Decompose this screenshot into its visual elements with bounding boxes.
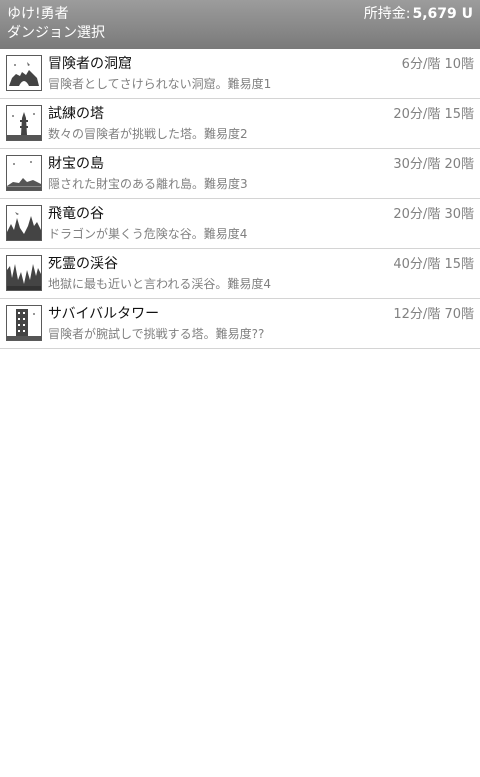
dungeon-row-dragon-valley[interactable]: 飛竜の谷 ドラゴンが巣くう危険な谷。難易度4 20分/階 30階 (0, 199, 480, 249)
dungeon-name: 冒険者の洞窟 (48, 56, 132, 72)
dungeon-name: サバイバルタワー (48, 306, 160, 322)
screen-title: ダンジョン選択 (7, 25, 105, 41)
dungeon-description: 冒険者としてさけられない洞窟。難易度1 (48, 77, 272, 91)
dungeon-description: 数々の冒険者が挑戦した塔。難易度2 (48, 127, 248, 141)
app-title: ゆけ!勇者 (7, 6, 69, 22)
dungeon-description: ドラゴンが巣くう危険な谷。難易度4 (48, 227, 248, 241)
dungeon-stat: 30分/階 20階 (393, 157, 474, 172)
dungeon-list: 冒険者の洞窟 冒険者としてさけられない洞窟。難易度1 6分/階 10階 試練の塔… (0, 49, 480, 349)
money-display: 所持金: 5,679 U (364, 5, 473, 23)
dungeon-row-ghost-canyon[interactable]: 死霊の渓谷 地獄に最も近いと言われる渓谷。難易度4 40分/階 15階 (0, 249, 480, 299)
dungeon-name: 財宝の島 (48, 156, 104, 172)
dungeon-stat: 20分/階 30階 (393, 207, 474, 222)
dungeon-name: 試練の塔 (48, 106, 104, 122)
dungeon-row-survival-tower[interactable]: サバイバルタワー 冒険者が腕試しで挑戦する塔。難易度?? 12分/階 70階 (0, 299, 480, 349)
dungeon-row-cave[interactable]: 冒険者の洞窟 冒険者としてさけられない洞窟。難易度1 6分/階 10階 (0, 49, 480, 99)
dungeon-name: 死霊の渓谷 (48, 256, 118, 272)
dungeon-row-tower[interactable]: 試練の塔 数々の冒険者が挑戦した塔。難易度2 20分/階 15階 (0, 99, 480, 149)
dungeon-description: 冒険者が腕試しで挑戦する塔。難易度?? (48, 327, 265, 341)
dungeon-name: 飛竜の谷 (48, 206, 104, 222)
tower-icon (6, 105, 42, 141)
island-icon (6, 155, 42, 191)
dungeon-stat: 12分/階 70階 (393, 307, 474, 322)
dungeon-description: 地獄に最も近いと言われる渓谷。難易度4 (48, 277, 272, 291)
survival-tower-icon (6, 305, 42, 341)
dungeon-stat: 40分/階 15階 (393, 257, 474, 272)
dungeon-stat: 6分/階 10階 (401, 57, 474, 72)
action-bar: ゆけ!勇者 ダンジョン選択 所持金: 5,679 U (0, 0, 480, 49)
dungeon-description: 隠された財宝のある離れ島。難易度3 (48, 177, 248, 191)
cave-icon (6, 55, 42, 91)
ghost-canyon-icon (6, 255, 42, 291)
money-label: 所持金: (363, 6, 411, 22)
dungeon-row-island[interactable]: 財宝の島 隠された財宝のある離れ島。難易度3 30分/階 20階 (0, 149, 480, 199)
dungeon-stat: 20分/階 15階 (393, 107, 474, 122)
money-value: 5,679 U (412, 6, 473, 22)
dragon-valley-icon (6, 205, 42, 241)
